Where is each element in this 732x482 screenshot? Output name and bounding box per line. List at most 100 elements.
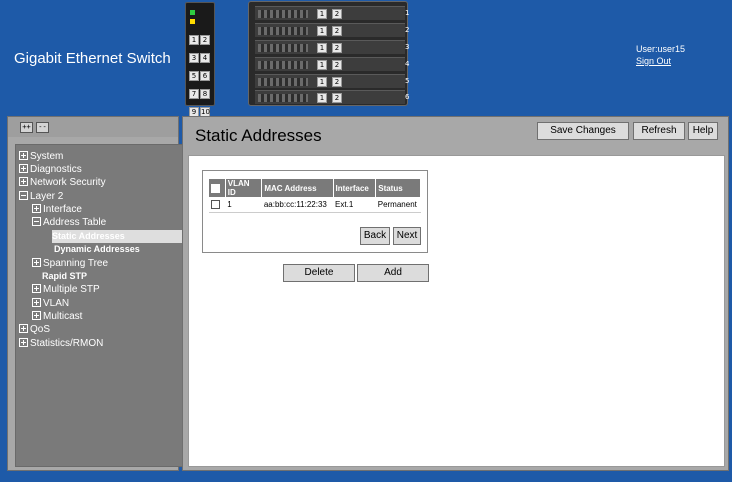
nav-item-rapid-stp[interactable]: Rapid STP <box>42 270 87 283</box>
port-7[interactable]: 7 <box>189 89 199 99</box>
col-interface[interactable]: Interface <box>333 179 377 197</box>
status-led-green <box>190 10 195 15</box>
user-label: User:user15 <box>636 44 686 54</box>
blade-2[interactable]: 1 2 2 <box>255 23 409 37</box>
nav-item-label: Spanning Tree <box>43 258 109 269</box>
nav-item-address-table[interactable]: Address Table <box>32 216 106 229</box>
port-grid: 12 34 56 78 9 10 <box>189 29 213 119</box>
blade-port-b[interactable]: 2 <box>332 93 342 103</box>
row-select-cell <box>209 197 226 213</box>
expand-icon[interactable] <box>19 164 28 173</box>
expand-icon[interactable] <box>32 204 41 213</box>
expand-icon[interactable] <box>19 151 28 160</box>
cell-status: Permanent <box>375 197 421 213</box>
blade-slots <box>258 27 308 35</box>
col-mac-address[interactable]: MAC Address <box>261 179 334 197</box>
delete-button[interactable]: Delete <box>283 264 355 282</box>
blade-1[interactable]: 1 2 1 <box>255 6 409 20</box>
page-title: Static Addresses <box>195 126 322 145</box>
nav-item-label: Static Addresses <box>52 231 125 241</box>
user-info: User:user15 Sign Out <box>636 43 685 67</box>
port-5[interactable]: 5 <box>189 71 199 81</box>
nav-item-system[interactable]: System <box>19 150 63 163</box>
blade-port-a[interactable]: 1 <box>317 9 327 19</box>
nav-item-label: QoS <box>30 324 51 335</box>
nav-item-statistics-rmon[interactable]: Statistics/RMON <box>19 337 103 350</box>
nav-panel: ++ -- System Diagnostics Network Securit… <box>7 116 183 471</box>
blade-4[interactable]: 1 2 4 <box>255 57 409 71</box>
expand-all-button[interactable]: ++ <box>20 122 33 133</box>
nav-item-label: Statistics/RMON <box>30 338 104 349</box>
port-1[interactable]: 1 <box>189 35 199 45</box>
nav-toolbar: ++ -- <box>8 117 178 137</box>
nav-item-interface[interactable]: Interface <box>32 203 82 216</box>
sign-out-link[interactable]: Sign Out <box>636 55 685 67</box>
nav-item-label: Dynamic Addresses <box>54 244 140 254</box>
nav-item-label: Rapid STP <box>42 271 88 281</box>
nav-item-diagnostics[interactable]: Diagnostics <box>19 163 82 176</box>
blade-number: 1 <box>405 9 410 17</box>
blade-port-b[interactable]: 2 <box>332 9 342 19</box>
nav-item-multicast[interactable]: Multicast <box>32 310 82 323</box>
blade-slots <box>258 61 308 69</box>
nav-item-layer-2[interactable]: Layer 2 <box>19 190 63 203</box>
nav-item-static-addresses[interactable]: Static Addresses <box>52 230 183 243</box>
nav-item-qos[interactable]: QoS <box>19 323 50 336</box>
blade-slots <box>258 94 308 102</box>
nav-item-spanning-tree[interactable]: Spanning Tree <box>32 257 108 270</box>
port-3[interactable]: 3 <box>189 53 199 63</box>
help-button[interactable]: Help <box>688 122 718 140</box>
chassis-graphic: 1 2 1 1 2 2 1 2 3 1 2 4 1 2 5 1 2 6 <box>248 1 409 106</box>
select-all-checkbox[interactable] <box>211 183 220 193</box>
cell-vlan-id: 1 <box>225 197 262 213</box>
port-8[interactable]: 8 <box>200 89 210 99</box>
status-led-yellow <box>190 19 195 24</box>
table-row[interactable]: 1 aa:bb:cc:11:22:33 Ext.1 Permanent <box>209 197 421 213</box>
blade-port-b[interactable]: 2 <box>332 60 342 70</box>
port-4[interactable]: 4 <box>200 53 210 63</box>
row-checkbox[interactable] <box>211 199 220 209</box>
blade-port-a[interactable]: 1 <box>317 77 327 87</box>
add-button[interactable]: Add <box>357 264 429 282</box>
nav-item-dynamic-addresses[interactable]: Dynamic Addresses <box>54 243 140 256</box>
port-2[interactable]: 2 <box>200 35 210 45</box>
refresh-button[interactable]: Refresh <box>633 122 685 140</box>
blade-port-a[interactable]: 1 <box>317 43 327 53</box>
expand-icon[interactable] <box>19 338 28 347</box>
port-6[interactable]: 6 <box>200 71 210 81</box>
collapse-icon[interactable] <box>32 217 41 226</box>
expand-icon[interactable] <box>32 284 41 293</box>
expand-icon[interactable] <box>19 177 28 186</box>
blade-port-a[interactable]: 1 <box>317 60 327 70</box>
blade-3[interactable]: 1 2 3 <box>255 40 409 54</box>
nav-item-label: Address Table <box>43 217 107 228</box>
table-header-row: VLAN ID MAC Address Interface Status <box>209 179 421 197</box>
save-changes-button[interactable]: Save Changes <box>537 122 629 140</box>
blade-port-b[interactable]: 2 <box>332 77 342 87</box>
nav-item-vlan[interactable]: VLAN <box>32 297 69 310</box>
blade-port-b[interactable]: 2 <box>332 26 342 36</box>
static-address-table: VLAN ID MAC Address Interface Status 1 a… <box>209 179 421 213</box>
nav-tree: System Diagnostics Network Security Laye… <box>15 144 183 467</box>
nav-item-multiple-stp[interactable]: Multiple STP <box>32 283 100 296</box>
blade-6[interactable]: 1 2 6 <box>255 90 409 104</box>
cell-interface: Ext.1 <box>333 197 376 213</box>
col-status[interactable]: Status <box>375 179 421 197</box>
nav-item-label: Multicast <box>43 311 83 322</box>
header: Gigabit Ethernet Switch 12 34 56 78 9 10 … <box>0 0 732 117</box>
app-title: Gigabit Ethernet Switch <box>14 50 171 67</box>
col-vlan-id[interactable]: VLAN ID <box>225 179 263 197</box>
expand-icon[interactable] <box>32 258 41 267</box>
expand-icon[interactable] <box>32 298 41 307</box>
collapse-icon[interactable] <box>19 191 28 200</box>
blade-5[interactable]: 1 2 5 <box>255 74 409 88</box>
expand-icon[interactable] <box>19 324 28 333</box>
blade-port-a[interactable]: 1 <box>317 26 327 36</box>
collapse-all-button[interactable]: -- <box>36 122 49 133</box>
back-button[interactable]: Back <box>360 227 390 245</box>
blade-port-b[interactable]: 2 <box>332 43 342 53</box>
next-button[interactable]: Next <box>393 227 421 245</box>
expand-icon[interactable] <box>32 311 41 320</box>
blade-port-a[interactable]: 1 <box>317 93 327 103</box>
nav-item-network-security[interactable]: Network Security <box>19 176 106 189</box>
